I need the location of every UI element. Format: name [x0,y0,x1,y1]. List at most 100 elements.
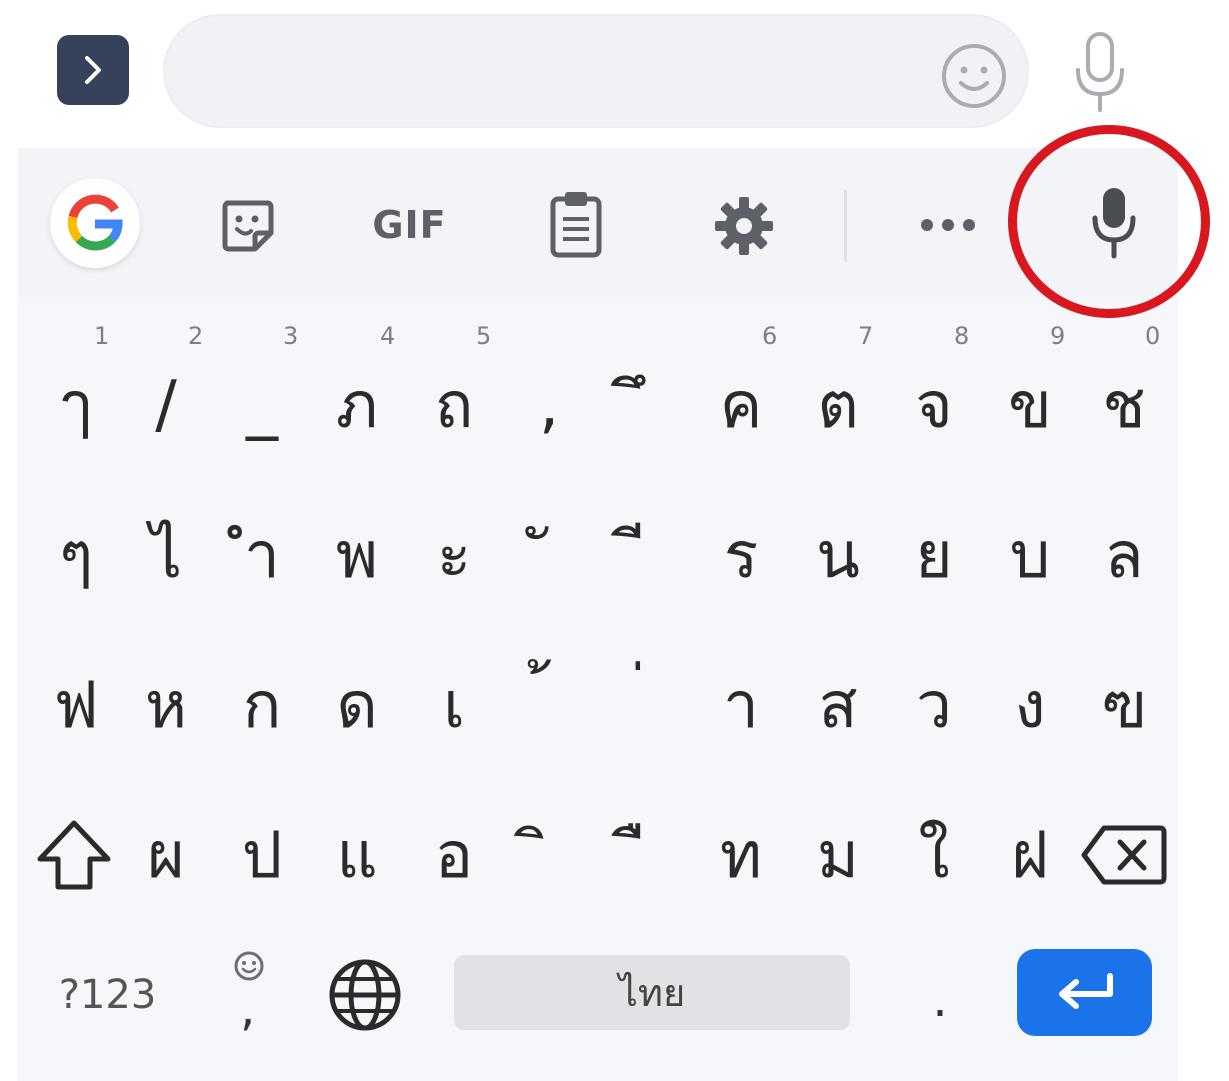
key[interactable]: ถ [410,345,498,465]
key-label: ช [1102,369,1146,443]
key[interactable]: ช [1080,345,1168,465]
backspace-key[interactable] [1078,795,1170,915]
key[interactable]: ฟ [32,645,120,765]
key-label: _ [246,368,278,442]
key-label: ท [719,819,763,893]
key-number-hint: 3 [283,322,299,350]
key[interactable]: / [122,345,210,465]
key-label: ๅ [60,369,92,443]
key[interactable]: ก [218,645,306,765]
gif-button[interactable]: GIF [362,195,457,255]
key-label: า [723,669,759,743]
emoji-button[interactable] [938,40,1010,112]
key-label: เ [443,669,465,743]
voice-typing-button[interactable] [1085,183,1143,263]
key[interactable]: ะ [410,495,498,615]
key-label: , [538,368,560,442]
key[interactable]: น [794,495,882,615]
key[interactable]: ส [794,645,882,765]
key[interactable]: ต [794,345,882,465]
key[interactable]: ฝ [986,795,1074,915]
key[interactable]: ผ [122,795,210,915]
gear-icon [715,197,773,255]
settings-button[interactable] [708,190,780,262]
key[interactable]: ข [986,345,1074,465]
sticker-button[interactable] [212,190,282,260]
key-label: พ [335,519,379,593]
key[interactable]: แ [313,795,401,915]
key[interactable]: ป [218,795,306,915]
key[interactable]: จ [890,345,978,465]
key-number-hint: 4 [380,322,396,350]
voice-input-button[interactable] [1068,30,1132,114]
key[interactable]: ้ [505,645,593,765]
key-label: ภ [335,369,379,443]
key[interactable]: ิ [505,795,593,915]
microphone-icon [1076,32,1124,112]
key[interactable]: ด [313,645,401,765]
key[interactable]: ื [602,795,690,915]
clipboard-button[interactable] [545,186,607,262]
key[interactable]: ใ [890,795,978,915]
key[interactable]: พ [313,495,401,615]
key-number-hint: 1 [94,322,110,350]
globe-icon [329,959,401,1031]
key[interactable]: ๆ [32,495,120,615]
key-number-hint: 8 [954,322,970,350]
key[interactable]: _ [218,345,306,465]
message-input[interactable] [205,36,909,108]
key-label: ฝ [1011,819,1049,893]
key[interactable]: ภ [313,345,401,465]
key[interactable]: ง [986,645,1074,765]
google-g-icon [67,194,123,251]
key-label: ร [723,519,759,593]
enter-key[interactable] [1017,949,1152,1036]
key[interactable]: ไ [122,495,210,615]
key[interactable]: ย [890,495,978,615]
toolbar-divider [844,190,847,262]
key-label: บ [1009,519,1051,593]
expand-button[interactable] [57,35,129,105]
key[interactable]: บ [986,495,1074,615]
key-number-hint: 6 [762,322,778,350]
language-switch-key[interactable] [325,955,405,1035]
smiley-icon [942,44,1006,108]
key[interactable]: อ [410,795,498,915]
message-text-field[interactable] [163,14,1029,128]
key[interactable]: ั [505,495,593,615]
space-bar[interactable]: ไทย [454,955,850,1030]
symbols-key[interactable]: ?123 [40,950,175,1040]
key[interactable]: ำ [218,495,306,615]
key[interactable]: ่ [602,645,690,765]
key[interactable]: ึ [602,345,690,465]
key[interactable]: ี [602,495,690,615]
comma-emoji-key[interactable]: , [220,945,280,1045]
key[interactable]: ม [794,795,882,915]
key-label: ค [719,369,763,443]
key-label: ง [1014,669,1046,743]
key-label: ว [916,669,952,743]
period-key[interactable]: . [905,960,975,1040]
key[interactable]: ๅ [32,345,120,465]
shift-arrow-icon [37,820,111,890]
key[interactable]: ว [890,645,978,765]
key[interactable]: ร [697,495,785,615]
key[interactable]: ฃ [1080,645,1168,765]
key-label: ฃ [1101,669,1147,743]
key[interactable]: เ [410,645,498,765]
more-options-button[interactable] [915,205,981,245]
key-number-hint: 7 [858,322,874,350]
key[interactable]: ล [1080,495,1168,615]
key[interactable]: า [697,645,785,765]
key-label: ใ [918,819,950,893]
key[interactable]: ท [697,795,785,915]
key[interactable]: , [505,345,593,465]
shift-key[interactable] [30,795,118,915]
key[interactable]: ห [122,645,210,765]
key-label: ส [818,669,858,743]
key[interactable]: ค [697,345,785,465]
google-search-button[interactable] [50,178,140,268]
comma-label: , [240,981,256,1037]
key-label: จ [915,369,953,443]
key-label: ย [915,519,953,593]
